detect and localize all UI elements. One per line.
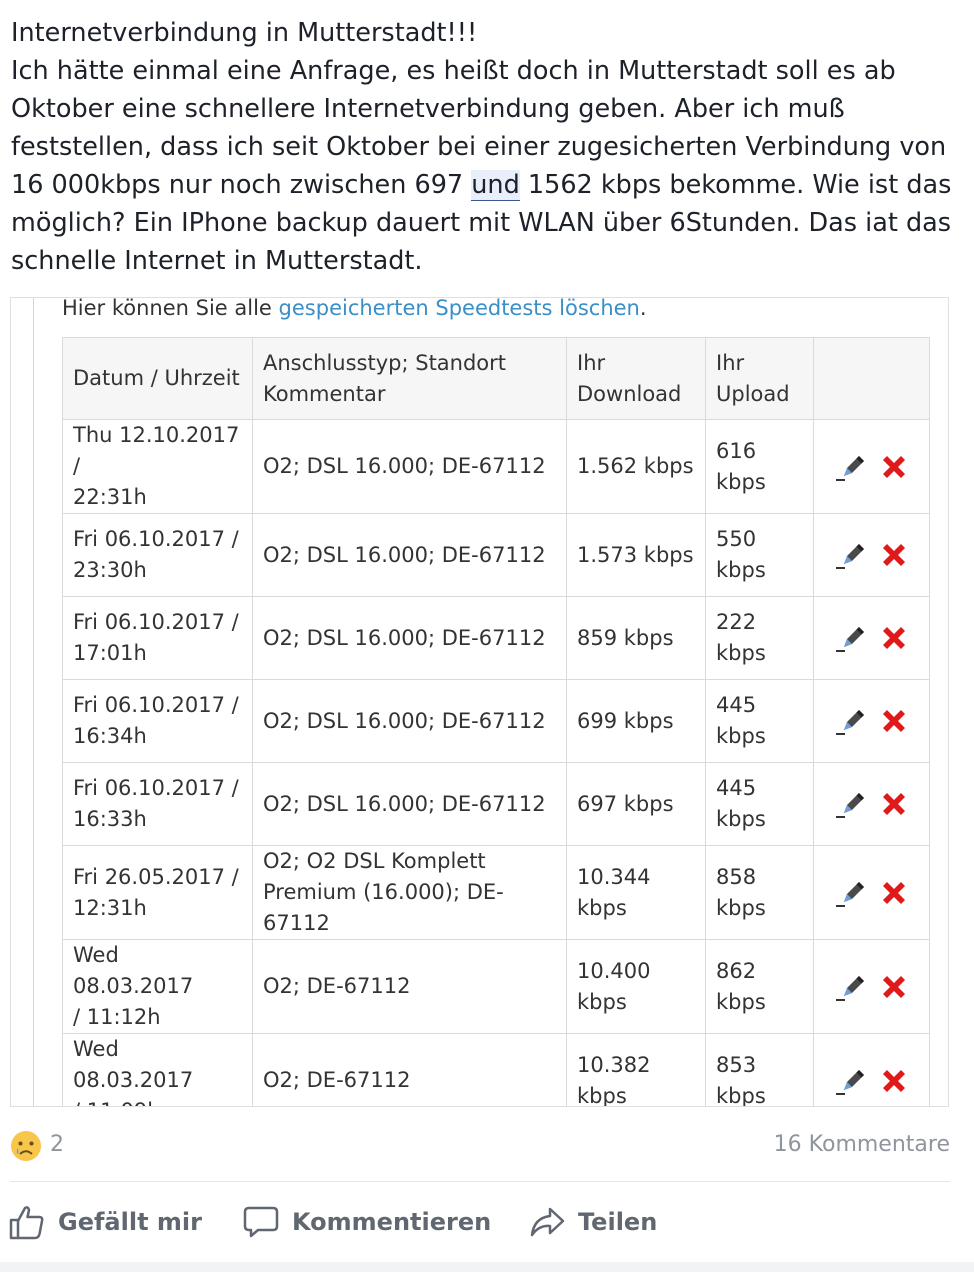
cell-upload: 616 kbps — [705, 419, 814, 514]
cell-type: O2; DSL 16.000; DE-67112 — [252, 419, 567, 514]
cell-date: Fri 26.05.2017 /12:31h — [62, 845, 253, 940]
cell-date: Fri 06.10.2017 /23:30h — [62, 513, 253, 597]
bottom-strip — [0, 1262, 974, 1272]
intro-text: Hier können Sie alle — [62, 297, 279, 320]
header-download: Ihr Download — [566, 337, 706, 420]
delete-x-icon[interactable] — [878, 788, 910, 820]
header-date: Datum / Uhrzeit — [62, 337, 253, 420]
highlighted-word-link[interactable]: und — [471, 170, 520, 201]
attached-image[interactable]: Hier können Sie alle gespeicherten Speed… — [10, 297, 949, 1107]
cell-upload: 445 kbps — [705, 679, 814, 763]
table-row: Fri 06.10.2017 /23:30h O2; DSL 16.000; DE… — [62, 513, 930, 597]
cell-actions — [813, 762, 930, 846]
table-header-row: Datum / Uhrzeit Anschlusstyp; Standort Ko… — [62, 337, 930, 420]
pencil-icon[interactable] — [834, 876, 868, 910]
cell-upload: 550 kbps — [705, 513, 814, 597]
cell-download: 699 kbps — [566, 679, 706, 763]
like-label: Gefällt mir — [58, 1208, 202, 1236]
table-row: Fri 06.10.2017 /16:33h O2; DSL 16.000; DE… — [62, 762, 930, 846]
intro-period: . — [639, 297, 647, 320]
header-type: Anschlusstyp; Standort Kommentar — [252, 337, 567, 420]
cell-type: O2; DSL 16.000; DE-67112 — [252, 762, 567, 846]
cell-upload: 853 kbps — [705, 1033, 814, 1106]
header-upload: Ihr Upload — [705, 337, 814, 420]
action-bar: Gefällt mir Kommentieren Teilen — [8, 1195, 948, 1249]
table-row: Fri 26.05.2017 /12:31h O2; O2 DSL Komplet… — [62, 845, 930, 940]
cell-date: Fri 06.10.2017 /17:01h — [62, 596, 253, 680]
cell-download: 1.573 kbps — [566, 513, 706, 597]
cell-date: Wed 08.03.2017/ 11:09h — [62, 1033, 253, 1106]
cell-date: Fri 06.10.2017 /16:34h — [62, 679, 253, 763]
table-row: Fri 06.10.2017 /16:34h O2; DSL 16.000; DE… — [62, 679, 930, 763]
table-row: Wed 08.03.2017/ 11:09hO2; DE-6711210.382… — [62, 1033, 930, 1106]
pencil-icon[interactable] — [834, 538, 868, 572]
cell-download: 697 kbps — [566, 762, 706, 846]
cell-actions — [813, 1033, 930, 1106]
cell-type: O2; DE-67112 — [252, 939, 567, 1034]
cell-download: 10.382 kbps — [566, 1033, 706, 1106]
cell-actions — [813, 419, 930, 514]
delete-x-icon[interactable] — [878, 877, 910, 909]
table-row: Thu 12.10.2017 /22:31h O2; DSL 16.000; DE… — [62, 419, 930, 514]
delete-x-icon[interactable] — [878, 622, 910, 654]
pencil-icon[interactable] — [834, 970, 868, 1004]
cell-download: 859 kbps — [566, 596, 706, 680]
reactions-row: 2 16 Kommentare — [10, 1127, 950, 1167]
cell-actions — [813, 939, 930, 1034]
pencil-icon[interactable] — [834, 1064, 868, 1098]
cell-type: O2; DSL 16.000; DE-67112 — [252, 679, 567, 763]
cell-download: 10.400 kbps — [566, 939, 706, 1034]
cell-upload: 222 kbps — [705, 596, 814, 680]
cell-actions — [813, 679, 930, 763]
cell-date: Wed 08.03.2017/ 11:12h — [62, 939, 253, 1034]
cell-type: O2; DE-67112 — [252, 1033, 567, 1106]
delete-speedtests-link[interactable]: gespeicherten Speedtests löschen — [279, 298, 640, 320]
comment-count[interactable]: 16 Kommentare — [774, 1132, 950, 1157]
screenshot-intro: Hier können Sie alle gespeicherten Speed… — [62, 297, 647, 320]
speedtest-table: Datum / Uhrzeit Anschlusstyp; Standort Ko… — [62, 337, 930, 1106]
delete-x-icon[interactable] — [878, 1065, 910, 1097]
share-arrow-icon — [530, 1207, 565, 1237]
thumbs-up-icon — [9, 1206, 44, 1240]
cell-upload: 862 kbps — [705, 939, 814, 1034]
share-button[interactable]: Teilen — [528, 1195, 657, 1249]
speedtest-screenshot: Hier können Sie alle gespeicherten Speed… — [33, 297, 948, 1106]
table-row: Fri 06.10.2017 /17:01h O2; DSL 16.000; DE… — [62, 596, 930, 680]
sad-reaction-icon[interactable] — [10, 1130, 42, 1162]
cell-type: O2; O2 DSL Komplett Premium (16.000); DE-… — [252, 845, 567, 940]
share-label: Teilen — [578, 1208, 658, 1236]
divider — [10, 1181, 950, 1182]
cell-upload: 858 kbps — [705, 845, 814, 940]
comment-button[interactable]: Kommentieren — [242, 1195, 491, 1249]
header-actions — [813, 337, 930, 420]
post-title: Internetverbindung in Mutterstadt!!! — [11, 18, 478, 48]
like-button[interactable]: Gefällt mir — [8, 1195, 202, 1249]
post-body: Ich hätte einmal eine Anfrage, es heißt … — [11, 52, 961, 280]
cell-download: 10.344 kbps — [566, 845, 706, 940]
cell-type: O2; DSL 16.000; DE-67112 — [252, 596, 567, 680]
pencil-icon[interactable] — [834, 621, 868, 655]
delete-x-icon[interactable] — [878, 451, 910, 483]
cell-actions — [813, 596, 930, 680]
cell-download: 1.562 kbps — [566, 419, 706, 514]
cell-type: O2; DSL 16.000; DE-67112 — [252, 513, 567, 597]
delete-x-icon[interactable] — [878, 705, 910, 737]
reaction-count[interactable]: 2 — [50, 1132, 64, 1157]
pencil-icon[interactable] — [834, 787, 868, 821]
comment-label: Kommentieren — [292, 1208, 492, 1236]
pencil-icon[interactable] — [834, 450, 868, 484]
speech-bubble-icon — [243, 1206, 279, 1238]
delete-x-icon[interactable] — [878, 971, 910, 1003]
cell-upload: 445 kbps — [705, 762, 814, 846]
table-row: Wed 08.03.2017/ 11:12h O2; DE-67112 10.400… — [62, 939, 930, 1034]
cell-date: Fri 06.10.2017 /16:33h — [62, 762, 253, 846]
post-text: Internetverbindung in Mutterstadt!!! Ich… — [11, 14, 961, 280]
cell-date: Thu 12.10.2017 /22:31h — [62, 419, 253, 514]
pencil-icon[interactable] — [834, 704, 868, 738]
cell-actions — [813, 513, 930, 597]
delete-x-icon[interactable] — [878, 539, 910, 571]
cell-actions — [813, 845, 930, 940]
